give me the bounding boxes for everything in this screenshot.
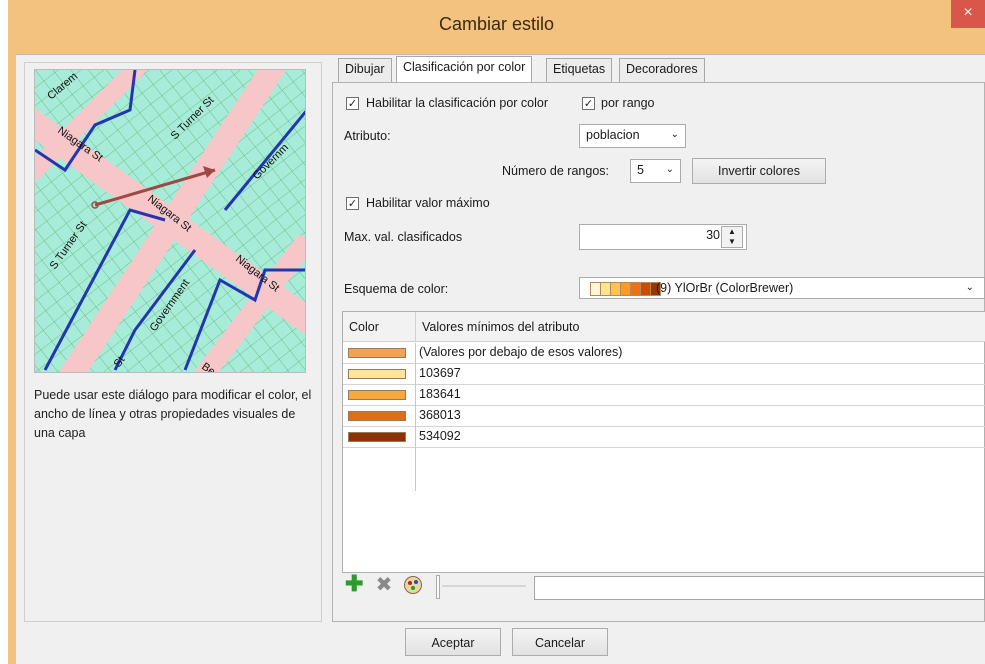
column-header-values[interactable]: Valores mínimos del atributo xyxy=(416,312,985,342)
num-ranges-value: 5 xyxy=(637,163,644,177)
table-row[interactable]: (Valores por debajo de esos valores) xyxy=(343,343,985,364)
table-cell-value: 368013 xyxy=(419,408,461,422)
max-value-label: Max. val. clasificados xyxy=(344,230,463,244)
table-cell-value: 534092 xyxy=(419,429,461,443)
table-row[interactable]: 534092 xyxy=(343,427,985,448)
palette-icon[interactable] xyxy=(404,576,422,594)
color-swatch[interactable] xyxy=(348,411,406,421)
column-header-color[interactable]: Color xyxy=(343,312,416,342)
color-scheme-preview xyxy=(590,282,661,296)
table-cell-value: 103697 xyxy=(419,366,461,380)
num-ranges-label: Número de rangos: xyxy=(502,164,610,178)
chevron-down-icon: ⌄ xyxy=(665,164,674,175)
enable-max-checkbox[interactable]: ✓ xyxy=(346,197,359,210)
color-scheme-label: Esquema de color: xyxy=(344,282,449,296)
tab-dibujar[interactable]: Dibujar xyxy=(338,58,392,82)
chevron-down-icon: ⌄ xyxy=(670,129,679,140)
chevron-down-icon: ⌄ xyxy=(965,282,974,293)
table-row[interactable]: 368013 xyxy=(343,406,985,427)
desktop-strip xyxy=(0,0,8,664)
value-text-field[interactable] xyxy=(534,576,985,600)
by-range-label: por rango xyxy=(601,96,655,110)
slider-track xyxy=(442,585,526,587)
color-swatch[interactable] xyxy=(348,369,406,379)
close-button[interactable]: × xyxy=(951,0,985,28)
enable-max-label: Habilitar valor máximo xyxy=(366,196,490,210)
num-ranges-select[interactable]: 5 ⌄ xyxy=(630,159,681,183)
classification-table[interactable]: Color Valores mínimos del atributo (Valo… xyxy=(342,311,985,573)
window-title: Cambiar estilo xyxy=(438,14,555,34)
color-swatch[interactable] xyxy=(348,432,406,442)
invert-colors-button[interactable]: Invertir colores xyxy=(692,158,826,184)
cancel-button[interactable]: Cancelar xyxy=(512,628,608,656)
table-row[interactable]: 103697 xyxy=(343,364,985,385)
table-row[interactable]: 183641 xyxy=(343,385,985,406)
attribute-select[interactable]: poblacion ⌄ xyxy=(579,124,686,148)
attribute-label: Atributo: xyxy=(344,129,391,143)
enable-classification-checkbox[interactable]: ✓ xyxy=(346,97,359,110)
tab-etiquetas[interactable]: Etiquetas xyxy=(546,58,613,82)
tab-clasificacion-por-color[interactable]: Clasificación por color xyxy=(396,56,533,83)
column-divider xyxy=(415,343,416,491)
add-icon[interactable]: ✚ xyxy=(345,573,363,595)
table-body: (Valores por debajo de esos valores) 103… xyxy=(343,343,985,493)
delete-icon[interactable]: ✖ xyxy=(375,575,393,595)
color-scheme-select[interactable]: (9) YlOrBr (ColorBrewer) ⌄ xyxy=(579,277,985,299)
accept-button[interactable]: Aceptar xyxy=(405,628,501,656)
title-bar[interactable]: Cambiar estilo xyxy=(8,0,985,46)
table-cell-value: (Valores por debajo de esos valores) xyxy=(419,345,623,359)
transparency-slider[interactable] xyxy=(436,575,526,599)
description-text: Puede usar este diálogo para modificar e… xyxy=(34,388,312,440)
by-range-checkbox[interactable]: ✓ xyxy=(582,97,595,110)
color-swatch[interactable] xyxy=(348,390,406,400)
max-value-spinner[interactable]: ▲ ▼ xyxy=(721,226,743,248)
color-scheme-value: (9) YlOrBr (ColorBrewer) xyxy=(656,281,794,295)
attribute-value: poblacion xyxy=(586,128,640,142)
map-image: Clarem S Turner St Niagara St Governm Ni… xyxy=(35,70,305,372)
slider-handle[interactable] xyxy=(436,575,440,599)
tab-decoradores[interactable]: Decoradores xyxy=(619,58,705,82)
max-value: 30 xyxy=(706,228,720,242)
map-preview: Clarem S Turner St Niagara St Governm Ni… xyxy=(34,69,306,373)
enable-classification-label: Habilitar la clasificación por color xyxy=(366,96,549,110)
table-cell-value: 183641 xyxy=(419,387,461,401)
color-swatch[interactable] xyxy=(348,348,406,358)
